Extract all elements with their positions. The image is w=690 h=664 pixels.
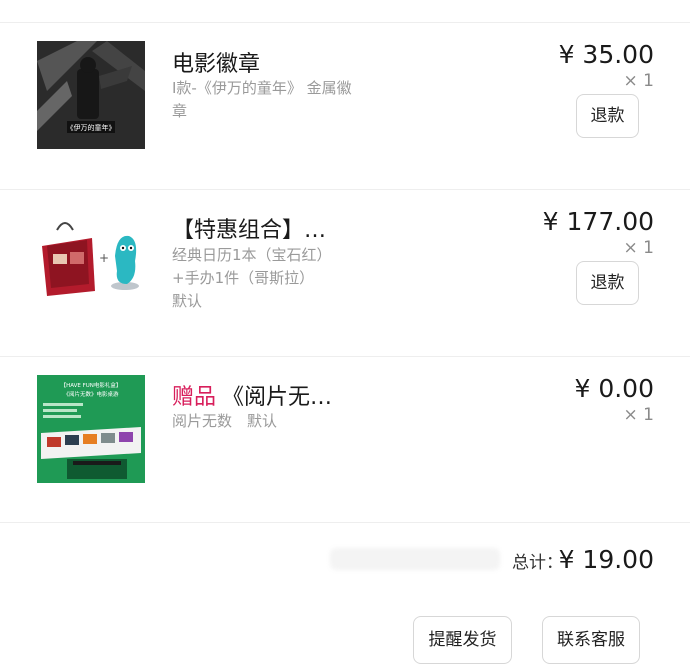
item-1-refund-button[interactable]: 退款 — [576, 94, 639, 138]
total-label: 总计： — [512, 553, 563, 573]
thumb-header: 【HAVE FUN电影礼盒】 — [61, 381, 122, 389]
item-2-desc-line: 默认 — [172, 292, 203, 310]
divider-3 — [0, 522, 690, 523]
item-2-refund-button[interactable]: 退款 — [576, 261, 639, 305]
item-2-qty: × 1 — [623, 238, 654, 258]
contact-service-button[interactable]: 联系客服 — [542, 616, 640, 664]
item-2-desc: 经典日历1本（宝石红） +手办1件（哥斯拉） 默认 — [172, 244, 372, 313]
item-3-price: ¥ 0.00 — [574, 374, 654, 403]
item-2-desc-line: 经典日历1本（宝石红） — [172, 246, 332, 264]
remind-shipping-button[interactable]: 提醒发货 — [413, 616, 512, 664]
thumb-sub: 《阅片无数》电影桌游 — [63, 390, 119, 398]
divider-1 — [0, 189, 690, 190]
total-value: ¥ 19.00 — [558, 545, 654, 574]
item-2-price: ¥ 177.00 — [542, 207, 654, 236]
item-3-title[interactable]: 赠品 《阅片无… — [172, 379, 332, 411]
item-1-price: ¥ 35.00 — [558, 40, 654, 69]
item-3-desc: 阅片无数 默认 — [172, 412, 278, 430]
item-3-qty: × 1 — [623, 405, 654, 425]
divider-2 — [0, 356, 690, 357]
item-3-thumbnail[interactable]: 【HAVE FUN电影礼盒】 《阅片无数》电影桌游 — [37, 375, 145, 483]
svg-text:+: + — [99, 251, 109, 265]
thumb-caption: 《伊万的童年》 — [67, 123, 116, 132]
item-1-thumbnail[interactable]: 《伊万的童年》 — [37, 41, 145, 149]
item-1-desc: I款-《伊万的童年》 金属徽章 — [172, 79, 352, 120]
item-1-title[interactable]: 电影徽章 — [172, 46, 260, 78]
item-1-qty: × 1 — [623, 71, 654, 91]
item-2-thumbnail[interactable]: + — [37, 206, 145, 314]
gift-label: 赠品 — [172, 385, 217, 410]
blurred-info — [330, 548, 500, 570]
item-2-title[interactable]: 【特惠组合】… — [172, 212, 326, 244]
item-3-title-text: 《阅片无… — [222, 385, 333, 410]
top-divider — [0, 22, 690, 23]
item-2-desc-line: +手办1件（哥斯拉） — [172, 269, 315, 287]
